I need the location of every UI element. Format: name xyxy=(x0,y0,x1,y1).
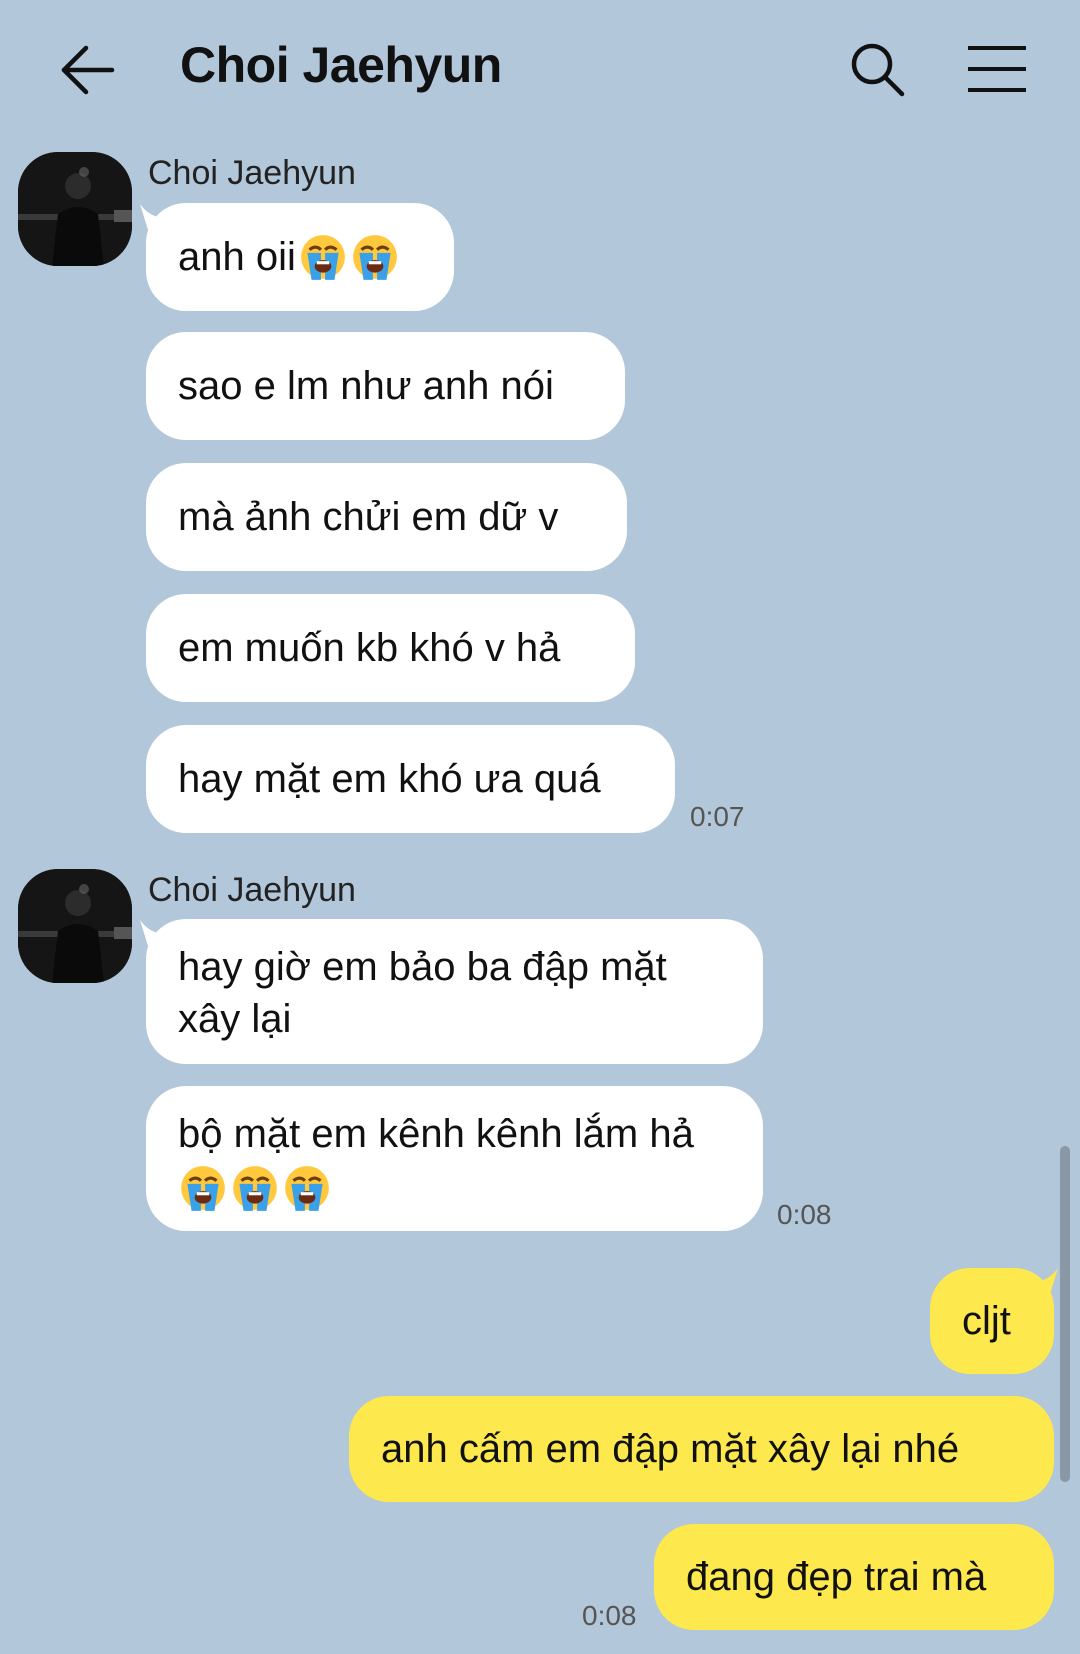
message-bubble[interactable]: mà ảnh chửi em dữ v xyxy=(146,463,627,571)
message-text: em muốn kb khó v hả xyxy=(178,626,561,670)
sender-name: Choi Jaehyun xyxy=(148,871,356,909)
timestamp: 0:08 xyxy=(777,1199,832,1230)
crying-emoji-icon xyxy=(350,232,400,282)
back-arrow-icon[interactable] xyxy=(56,38,120,102)
message-text: sao e lm như anh nói xyxy=(178,364,554,408)
search-icon[interactable] xyxy=(848,40,908,100)
message-text: bộ mặt em kênh kênh lắm hả xyxy=(178,1108,731,1213)
crying-emoji-icon xyxy=(178,1163,228,1213)
message-bubble[interactable]: anh oii xyxy=(146,203,454,311)
avatar[interactable] xyxy=(18,869,132,983)
message-text: anh cấm em đập mặt xây lại nhé xyxy=(381,1427,960,1471)
message-text: đang đẹp trai mà xyxy=(686,1555,987,1599)
message-text: mà ảnh chửi em dữ v xyxy=(178,495,559,539)
message-text: anh oii xyxy=(178,235,296,279)
message-text: hay giờ em bảo ba đập mặt xây lại xyxy=(178,945,667,1041)
message-bubble[interactable]: hay giờ em bảo ba đập mặt xây lại xyxy=(146,919,763,1064)
message-text-content: bộ mặt em kênh kênh lắm hả xyxy=(178,1112,694,1156)
my-message-bubble[interactable]: anh cấm em đập mặt xây lại nhé xyxy=(349,1396,1054,1502)
message-text: hay mặt em khó ưa quá xyxy=(178,757,601,801)
scrollbar[interactable] xyxy=(1060,1146,1070,1482)
message-bubble[interactable]: sao e lm như anh nói xyxy=(146,332,625,440)
my-message-bubble[interactable]: đang đẹp trai mà xyxy=(654,1524,1054,1630)
menu-icon[interactable] xyxy=(966,44,1028,94)
message-bubble[interactable]: bộ mặt em kênh kênh lắm hả xyxy=(146,1086,763,1231)
timestamp: 0:07 xyxy=(690,801,745,832)
timestamp: 0:08 xyxy=(582,1600,637,1631)
message-bubble[interactable]: hay mặt em khó ưa quá xyxy=(146,725,675,833)
avatar[interactable] xyxy=(18,152,132,266)
message-bubble[interactable]: em muốn kb khó v hả xyxy=(146,594,635,702)
sender-name: Choi Jaehyun xyxy=(148,154,356,192)
crying-emoji-icon xyxy=(282,1163,332,1213)
crying-emoji-icon xyxy=(230,1163,280,1213)
crying-emoji-icon xyxy=(298,232,348,282)
chat-header: Choi Jaehyun xyxy=(0,0,1080,140)
message-text: cljt xyxy=(962,1299,1011,1343)
chat-title: Choi Jaehyun xyxy=(180,37,502,93)
my-message-bubble[interactable]: cljt xyxy=(930,1268,1054,1374)
